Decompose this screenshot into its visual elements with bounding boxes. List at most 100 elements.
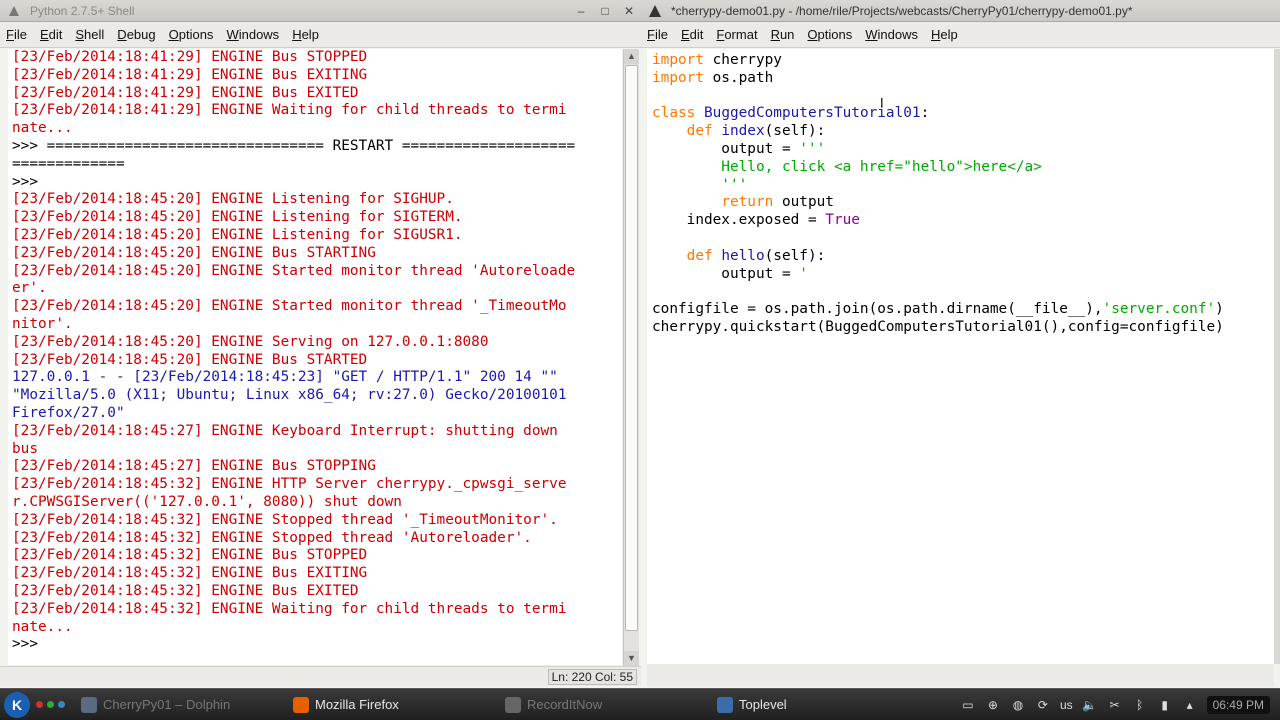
menu-windows[interactable]: Windows [865, 27, 918, 42]
bluetooth-icon[interactable]: ᛒ [1132, 697, 1148, 713]
shell-line: [23/Feb/2014:18:45:32] ENGINE HTTP Serve… [12, 476, 567, 493]
shell-line: [23/Feb/2014:18:45:20] ENGINE Started mo… [12, 262, 576, 279]
code-token: index [712, 123, 765, 140]
menu-edit[interactable]: Edit [40, 27, 62, 42]
code-line: ''' [652, 177, 1274, 195]
code-token: cherrypy.quickstart(BuggedComputersTutor… [652, 318, 1224, 335]
menu-shell[interactable]: Shell [75, 27, 104, 42]
code-token: import [652, 69, 704, 86]
minimize-icon[interactable]: – [575, 4, 587, 18]
maximize-icon[interactable]: □ [599, 4, 611, 18]
code-token: hello [712, 247, 765, 264]
menu-help[interactable]: Help [292, 27, 319, 42]
battery-icon[interactable]: ▮ [1157, 697, 1173, 713]
taskbar-item-label: Toplevel [739, 697, 787, 712]
code-token: 'server.conf' [1102, 301, 1216, 318]
shell-line: [23/Feb/2014:18:45:20] ENGINE Started mo… [12, 298, 567, 315]
menu-help[interactable]: Help [931, 27, 958, 42]
code-token: output [773, 194, 834, 211]
code-token: def [686, 247, 713, 264]
globe-icon[interactable]: ◍ [1010, 697, 1026, 713]
taskbar-item-label: RecordItNow [527, 697, 603, 712]
shell-line: [23/Feb/2014:18:41:29] ENGINE Bus EXITIN… [12, 66, 368, 83]
shell-line: "Mozilla/5.0 (X11; Ubuntu; Linux x86_64;… [12, 387, 567, 404]
screen-icon[interactable]: ▭ [960, 697, 976, 713]
taskbar: K CherryPy01 – Dolphin Mozilla Firefox Rec… [0, 688, 1280, 720]
editor-titlebar[interactable]: *cherrypy-demo01.py - /home/rile/Project… [641, 0, 1280, 22]
tray-expand-icon[interactable]: ▴ [1182, 697, 1198, 713]
code-token: ''' [799, 140, 826, 157]
shell-line: [23/Feb/2014:18:45:27] ENGINE Bus STOPPI… [12, 458, 376, 475]
shell-menubar: File Edit Shell Debug Options Windows He… [0, 22, 641, 48]
code-line: import cherrypy [652, 52, 1274, 70]
editor-scrollbar[interactable] [1274, 49, 1280, 664]
taskbar-item[interactable]: Toplevel [711, 692, 917, 718]
update-icon[interactable]: ⟳ [1035, 697, 1051, 713]
code-token: (self): [764, 247, 826, 264]
keyboard-layout[interactable]: us [1060, 698, 1073, 712]
code-line: def hello(self): [652, 248, 1274, 266]
menu-debug[interactable]: Debug [117, 27, 155, 42]
shell-line: [23/Feb/2014:18:45:32] ENGINE Bus STOPPE… [12, 547, 368, 564]
code-token: output = [652, 140, 800, 157]
scroll-thumb[interactable] [625, 65, 638, 631]
code-token: os.path [703, 69, 774, 86]
shell-scrollbar[interactable]: ▲ ▼ [623, 49, 639, 666]
activity-dots[interactable] [36, 701, 65, 708]
menu-windows[interactable]: Windows [226, 27, 279, 42]
taskbar-item-label: Mozilla Firefox [315, 697, 399, 712]
taskbar-item[interactable]: CherryPy01 – Dolphin [75, 692, 281, 718]
menu-options[interactable]: Options [169, 27, 214, 42]
menu-format[interactable]: Format [716, 27, 757, 42]
shell-line: [23/Feb/2014:18:45:32] ENGINE Stopped th… [12, 511, 558, 528]
taskbar-item-label: CherryPy01 – Dolphin [103, 697, 231, 712]
taskbar-item[interactable]: RecordItNow [499, 692, 705, 718]
shell-line: >>> [12, 636, 47, 653]
menu-edit[interactable]: Edit [681, 27, 703, 42]
shell-line: er'. [12, 280, 47, 297]
green-dot-icon [47, 701, 54, 708]
code-token: def [686, 123, 713, 140]
shell-line: [23/Feb/2014:18:45:32] ENGINE Bus EXITIN… [12, 565, 368, 582]
shell-line: >>> [12, 173, 38, 190]
idle-icon [717, 696, 733, 713]
code-editor[interactable]: import cherrypy import os.path class Bugge… [647, 49, 1274, 664]
code-line: cherrypy.quickstart(BuggedComputersTutor… [652, 319, 1274, 337]
menu-file[interactable]: File [647, 27, 668, 42]
shell-line: bus [12, 440, 38, 457]
record-icon [505, 696, 521, 713]
code-line: output = ''' [652, 141, 1274, 159]
shell-titlebar[interactable]: Python 2.7.5+ Shell – □ ✕ [0, 0, 641, 22]
close-icon[interactable]: ✕ [623, 4, 635, 18]
shell-statusbar: Ln: 220 Col: 55 [0, 666, 641, 686]
editor-window: *cherrypy-demo01.py - /home/rile/Project… [641, 0, 1280, 688]
code-token: cherrypy [703, 52, 782, 68]
network-icon[interactable]: ⊕ [985, 697, 1001, 713]
code-token: output = [652, 265, 800, 282]
code-token: index.exposed = [652, 212, 826, 229]
scroll-up-icon[interactable]: ▲ [624, 49, 639, 64]
editor-menubar: File Edit Format Run Options Windows Hel… [641, 22, 1280, 48]
editor-statusbar [647, 664, 1274, 686]
shell-window: Python 2.7.5+ Shell – □ ✕ File Edit Shel… [0, 0, 641, 688]
shell-line: [23/Feb/2014:18:45:27] ENGINE Keyboard I… [12, 422, 558, 439]
shell-line: [23/Feb/2014:18:45:20] ENGINE Listening … [12, 226, 463, 243]
clock[interactable]: 06:49 PM [1206, 695, 1270, 714]
code-line: def index(self): [652, 123, 1274, 141]
shell-line: [23/Feb/2014:18:45:20] ENGINE Bus STARTE… [12, 351, 368, 368]
tools-icon[interactable]: ✂ [1107, 697, 1123, 713]
menu-run[interactable]: Run [771, 27, 795, 42]
shell-window-title: Python 2.7.5+ Shell [30, 3, 135, 18]
code-line: import os.path [652, 70, 1274, 88]
menu-file[interactable]: File [6, 27, 27, 42]
code-token: True [825, 212, 860, 229]
scroll-down-icon[interactable]: ▼ [624, 651, 639, 666]
menu-options[interactable]: Options [807, 27, 852, 42]
taskbar-item[interactable]: Mozilla Firefox [287, 692, 493, 718]
kde-menu-icon[interactable]: K [4, 691, 30, 718]
python-icon [649, 4, 661, 17]
shell-line: [23/Feb/2014:18:45:20] ENGINE Listening … [12, 209, 463, 226]
volume-icon[interactable]: 🔈 [1082, 697, 1098, 713]
shell-output[interactable]: [23/Feb/2014:18:41:29] ENGINE Bus STOPPE… [8, 49, 622, 665]
